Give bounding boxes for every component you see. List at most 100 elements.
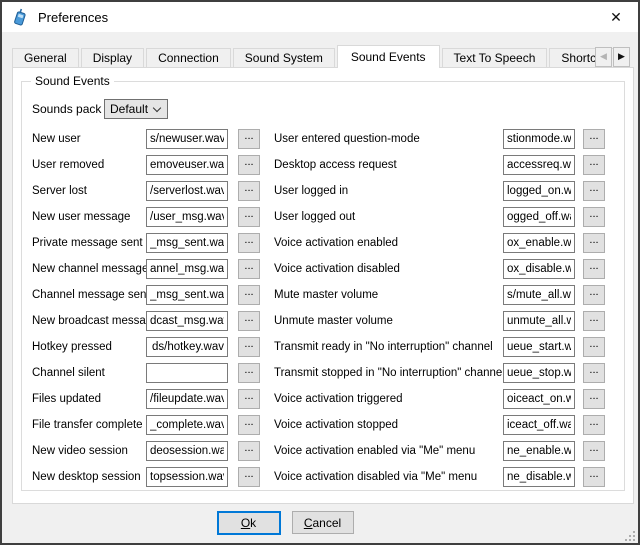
close-icon: ✕: [610, 9, 622, 26]
sounds-pack-value: Default: [110, 102, 148, 116]
app-icon: [11, 8, 29, 26]
resize-grip[interactable]: [625, 530, 635, 540]
browse-button[interactable]: ...: [238, 441, 260, 461]
sound-event-label: Server lost: [32, 185, 146, 197]
sounds-pack-select[interactable]: Default: [104, 99, 168, 119]
sound-file-input[interactable]: [146, 363, 228, 383]
sound-file-input[interactable]: [146, 233, 228, 253]
browse-button[interactable]: ...: [238, 129, 260, 149]
tab-sound-events[interactable]: Sound Events: [337, 45, 440, 68]
sound-file-input[interactable]: [503, 441, 575, 461]
browse-button[interactable]: ...: [238, 337, 260, 357]
sound-file-input[interactable]: [503, 389, 575, 409]
browse-button[interactable]: ...: [583, 129, 605, 149]
tab-display[interactable]: Display: [81, 48, 144, 68]
sound-file-input[interactable]: [146, 259, 228, 279]
browse-button[interactable]: ...: [583, 233, 605, 253]
sound-file-input[interactable]: [146, 207, 228, 227]
browse-button[interactable]: ...: [583, 259, 605, 279]
sound-file-input[interactable]: [146, 181, 228, 201]
ok-button[interactable]: Ok: [217, 511, 281, 535]
sound-event-label: Voice activation triggered: [274, 393, 503, 405]
browse-button[interactable]: ...: [583, 285, 605, 305]
sound-file-input[interactable]: [503, 311, 575, 331]
browse-button[interactable]: ...: [238, 181, 260, 201]
browse-button[interactable]: ...: [238, 155, 260, 175]
browse-button[interactable]: ...: [583, 311, 605, 331]
sound-file-input[interactable]: [146, 467, 228, 487]
sound-file-input[interactable]: [146, 441, 228, 461]
sound-file-input[interactable]: [503, 233, 575, 253]
groupbox-label: Sound Events: [31, 74, 114, 88]
tab-bar: General Display Connection Sound System …: [12, 45, 630, 68]
arrow-left-icon: ◀: [600, 52, 607, 62]
browse-button[interactable]: ...: [583, 181, 605, 201]
tab-scroll-left-button[interactable]: ◀: [595, 47, 612, 67]
sound-file-input[interactable]: [503, 155, 575, 175]
sound-file-input[interactable]: [146, 389, 228, 409]
sound-event-label: Files updated: [32, 393, 146, 405]
sound-event-row: New broadcast message ... Unmute master …: [22, 308, 624, 334]
sound-event-label: Channel message sent: [32, 289, 146, 301]
sounds-pack-label: Sounds pack: [32, 102, 101, 116]
sound-file-input[interactable]: [503, 207, 575, 227]
sound-event-label: New broadcast message: [32, 315, 146, 327]
tab-scroll-right-button[interactable]: ▶: [613, 47, 630, 67]
sound-file-input[interactable]: [503, 415, 575, 435]
sound-event-row: User removed ... Desktop access request …: [22, 152, 624, 178]
sound-event-label: Desktop access request: [274, 159, 503, 171]
tab-text-to-speech[interactable]: Text To Speech: [442, 48, 548, 68]
sound-file-input[interactable]: [146, 415, 228, 435]
sound-file-input[interactable]: [503, 129, 575, 149]
sound-file-input[interactable]: [503, 363, 575, 383]
browse-button[interactable]: ...: [238, 259, 260, 279]
browse-button[interactable]: ...: [238, 285, 260, 305]
browse-button[interactable]: ...: [583, 207, 605, 227]
browse-button[interactable]: ...: [583, 415, 605, 435]
sound-file-input[interactable]: [503, 285, 575, 305]
browse-button[interactable]: ...: [583, 155, 605, 175]
sound-event-label: New desktop session: [32, 471, 146, 483]
browse-button[interactable]: ...: [238, 415, 260, 435]
cancel-button[interactable]: Cancel: [292, 511, 354, 534]
sound-file-input[interactable]: [503, 467, 575, 487]
browse-button[interactable]: ...: [238, 311, 260, 331]
sound-event-row: New channel message ... Voice activation…: [22, 256, 624, 282]
browse-button[interactable]: ...: [238, 389, 260, 409]
sound-event-label: Mute master volume: [274, 289, 503, 301]
browse-button[interactable]: ...: [238, 363, 260, 383]
sound-event-row: Private message sent ... Voice activatio…: [22, 230, 624, 256]
sound-file-input[interactable]: [146, 155, 228, 175]
sound-event-row: New desktop session ... Voice activation…: [22, 464, 624, 490]
browse-button[interactable]: ...: [583, 467, 605, 487]
sound-file-input[interactable]: [146, 129, 228, 149]
browse-button[interactable]: ...: [238, 233, 260, 253]
arrow-right-icon: ▶: [618, 52, 625, 62]
browse-button[interactable]: ...: [238, 207, 260, 227]
sound-file-input[interactable]: [146, 311, 228, 331]
browse-button[interactable]: ...: [583, 441, 605, 461]
browse-button[interactable]: ...: [583, 363, 605, 383]
browse-button[interactable]: ...: [583, 337, 605, 357]
sound-event-row: Channel silent ... Transmit stopped in "…: [22, 360, 624, 386]
sound-file-input[interactable]: [146, 337, 228, 357]
tab-sound-system[interactable]: Sound System: [233, 48, 335, 68]
sound-file-input[interactable]: [503, 181, 575, 201]
tab-general[interactable]: General: [12, 48, 79, 68]
sound-event-label: Private message sent: [32, 237, 146, 249]
tab-connection[interactable]: Connection: [146, 48, 231, 68]
browse-button[interactable]: ...: [583, 389, 605, 409]
sound-event-row: Server lost ... User logged in ...: [22, 178, 624, 204]
sound-event-label: Channel silent: [32, 367, 146, 379]
sound-events-groupbox: Sound Events Sounds pack Default New use…: [21, 81, 625, 491]
close-button[interactable]: ✕: [594, 2, 638, 32]
sound-event-row: New video session ... Voice activation e…: [22, 438, 624, 464]
sound-event-label: Voice activation disabled via "Me" menu: [274, 471, 503, 483]
browse-button[interactable]: ...: [238, 467, 260, 487]
sound-file-input[interactable]: [503, 337, 575, 357]
sound-file-input[interactable]: [146, 285, 228, 305]
sound-event-row: File transfer complete ... Voice activat…: [22, 412, 624, 438]
sound-file-input[interactable]: [503, 259, 575, 279]
sound-event-label: Transmit ready in "No interruption" chan…: [274, 341, 503, 353]
sound-event-label: Transmit stopped in "No interruption" ch…: [274, 367, 503, 379]
